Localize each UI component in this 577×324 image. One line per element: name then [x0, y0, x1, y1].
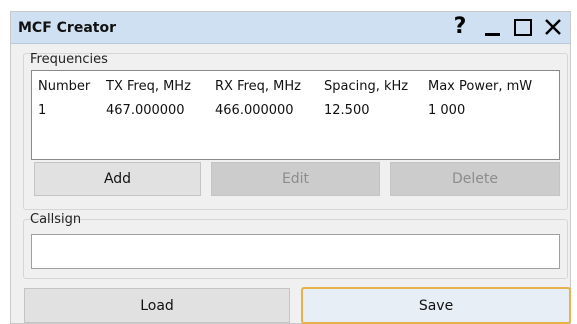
close-icon — [545, 19, 561, 35]
close-button[interactable] — [540, 15, 566, 39]
frequencies-table[interactable]: Number TX Freq, MHz RX Freq, MHz Spacing… — [31, 70, 560, 160]
edit-button[interactable]: Edit — [211, 162, 380, 196]
cell-number: 1 — [38, 103, 47, 118]
callsign-input[interactable] — [31, 234, 560, 269]
minimize-icon — [484, 32, 500, 36]
frequencies-group-label: Frequencies — [30, 52, 108, 67]
column-header-number[interactable]: Number — [38, 79, 90, 94]
callsign-group-label: Callsign — [30, 212, 82, 227]
add-button[interactable]: Add — [34, 162, 201, 196]
column-header-max-power[interactable]: Max Power, mW — [428, 79, 532, 94]
help-button[interactable]: ? — [447, 15, 473, 39]
save-button[interactable]: Save — [301, 287, 571, 324]
minimize-button[interactable] — [479, 15, 505, 39]
column-header-rx-freq[interactable]: RX Freq, MHz — [215, 79, 301, 94]
cell-rx-freq: 466.000000 — [215, 103, 294, 118]
column-header-tx-freq[interactable]: TX Freq, MHz — [106, 79, 191, 94]
title-bar[interactable]: MCF Creator ? — [11, 12, 570, 44]
load-button[interactable]: Load — [24, 288, 290, 323]
column-header-spacing[interactable]: Spacing, kHz — [324, 79, 408, 94]
cell-tx-freq: 467.000000 — [106, 103, 185, 118]
maximize-button[interactable] — [510, 15, 536, 39]
maximize-icon — [514, 18, 532, 36]
window-title: MCF Creator — [18, 20, 116, 36]
delete-button[interactable]: Delete — [390, 162, 560, 196]
cell-spacing: 12.500 — [324, 103, 370, 118]
cell-max-power: 1 000 — [428, 103, 466, 118]
mcf-creator-window: MCF Creator ? Frequencies Number TX Freq… — [10, 11, 571, 324]
